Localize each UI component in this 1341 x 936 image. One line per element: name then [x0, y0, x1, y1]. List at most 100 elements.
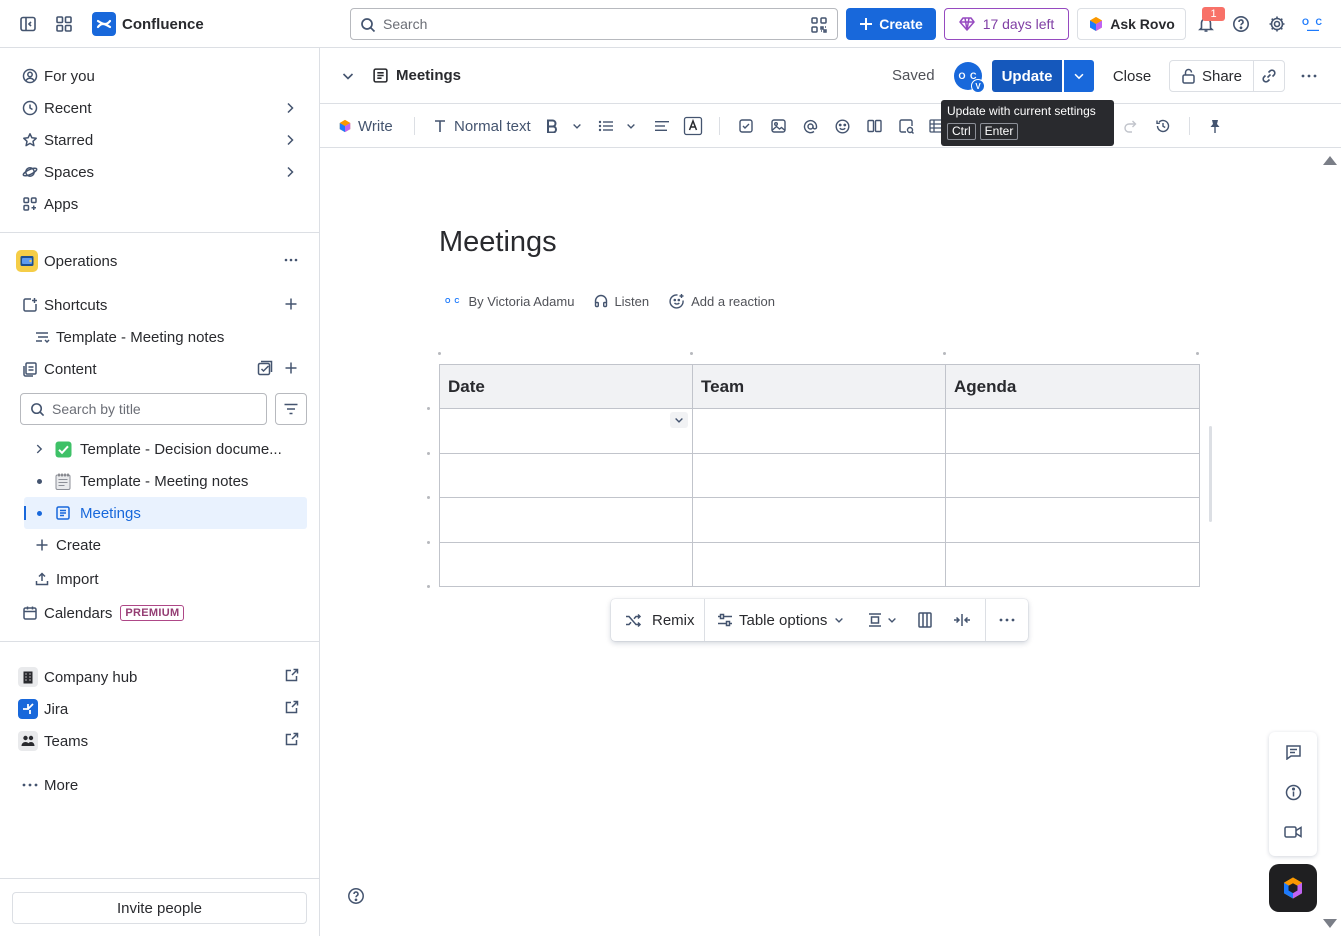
- comments-icon[interactable]: [1283, 742, 1303, 762]
- sidebar-calendars-item[interactable]: Calendars PREMIUM: [12, 597, 308, 629]
- sidebar-app-jira[interactable]: Jira: [12, 693, 308, 725]
- update-button[interactable]: Update: [992, 60, 1062, 92]
- table-header-cell[interactable]: Agenda: [945, 364, 1200, 409]
- tree-item-meeting-notes-template[interactable]: Template - Meeting notes: [24, 465, 307, 497]
- add-content-plus-icon[interactable]: [282, 359, 300, 377]
- cell-options-chevron-icon[interactable]: [670, 412, 688, 428]
- invite-people-button[interactable]: Invite people: [12, 892, 307, 924]
- chevron-down-icon[interactable]: [340, 68, 356, 84]
- sidebar-item-spaces[interactable]: Spaces: [12, 156, 308, 188]
- text-align-icon[interactable]: [654, 116, 670, 136]
- text-style-dropdown[interactable]: Normal text: [434, 116, 531, 136]
- sidebar-item-recent[interactable]: Recent: [12, 92, 308, 124]
- add-reaction-button[interactable]: Add a reaction: [691, 294, 775, 309]
- sidebar-import-item[interactable]: Import: [12, 563, 308, 595]
- add-shortcut-plus-icon[interactable]: [282, 295, 300, 313]
- close-button[interactable]: Close: [1102, 60, 1162, 92]
- sidebar-toggle-icon[interactable]: [16, 12, 40, 36]
- layout-columns-icon[interactable]: [867, 116, 882, 136]
- table-cell[interactable]: [945, 541, 1200, 587]
- sidebar-shortcuts-header[interactable]: Shortcuts: [12, 289, 308, 321]
- table-cell[interactable]: [692, 497, 946, 543]
- remix-button[interactable]: Remix: [625, 610, 695, 630]
- table-cell[interactable]: [439, 452, 693, 498]
- sidebar-item-for-you[interactable]: For you: [12, 60, 308, 92]
- sidebar-space-operations[interactable]: Operations: [12, 245, 308, 277]
- version-history-icon[interactable]: [1155, 116, 1171, 136]
- insert-element-icon[interactable]: [899, 116, 914, 136]
- column-handle[interactable]: [690, 352, 693, 355]
- table-cell[interactable]: [439, 541, 693, 587]
- document-title[interactable]: Meetings: [439, 226, 557, 259]
- table-options-dropdown[interactable]: Table options: [717, 610, 845, 630]
- video-camera-icon[interactable]: [1283, 822, 1303, 842]
- sidebar-app-company-hub[interactable]: Company hub: [12, 661, 308, 693]
- sidebar-more-item[interactable]: More: [12, 769, 308, 801]
- table-more-icon[interactable]: [998, 610, 1016, 630]
- table-alignment-dropdown[interactable]: [868, 610, 898, 630]
- table-header-cell[interactable]: Date: [439, 364, 693, 409]
- column-handle[interactable]: [943, 352, 946, 355]
- task-checkbox-icon[interactable]: [739, 116, 753, 136]
- column-handle[interactable]: [1196, 352, 1199, 355]
- update-options-button[interactable]: [1064, 60, 1094, 92]
- scroll-down-arrow-icon[interactable]: [1322, 918, 1338, 930]
- author-name[interactable]: By Victoria Adamu: [468, 294, 574, 309]
- share-button[interactable]: Share: [1169, 60, 1254, 92]
- image-icon[interactable]: [771, 116, 786, 136]
- row-handle[interactable]: [427, 585, 430, 588]
- emoji-icon[interactable]: [835, 116, 850, 136]
- listen-button[interactable]: Listen: [614, 294, 649, 309]
- confluence-logo[interactable]: Confluence: [92, 12, 204, 36]
- chevron-down-icon[interactable]: [571, 116, 583, 136]
- global-search-input[interactable]: Search: [350, 8, 838, 40]
- sidebar-create-item[interactable]: Create: [12, 529, 308, 561]
- table-cell[interactable]: [945, 497, 1200, 543]
- tree-item-decision-template[interactable]: Template - Decision docume...: [24, 433, 307, 465]
- settings-gear-icon[interactable]: [1265, 12, 1289, 36]
- info-icon[interactable]: [1283, 782, 1303, 802]
- sidebar-search-input[interactable]: Search by title: [20, 393, 267, 425]
- sidebar-app-teams[interactable]: Teams: [12, 725, 308, 757]
- table-corner-handle[interactable]: [438, 352, 441, 355]
- pin-toolbar-icon[interactable]: [1209, 116, 1221, 136]
- write-ai-button[interactable]: Write: [338, 116, 393, 136]
- row-handle[interactable]: [427, 407, 430, 410]
- table-cell[interactable]: [945, 408, 1200, 454]
- chevron-down-icon[interactable]: [625, 116, 637, 136]
- row-handle[interactable]: [427, 452, 430, 455]
- redo-icon[interactable]: [1123, 116, 1138, 136]
- scroll-up-arrow-icon[interactable]: [1322, 154, 1338, 166]
- chevron-right-icon[interactable]: [24, 442, 54, 456]
- sidebar-content-header[interactable]: Content: [12, 353, 308, 385]
- search-filter-icon[interactable]: [810, 16, 828, 34]
- shortcut-item-meeting-notes[interactable]: Template - Meeting notes: [12, 321, 308, 353]
- bold-icon[interactable]: [546, 116, 558, 136]
- sidebar-filter-button[interactable]: [275, 393, 307, 425]
- mention-at-icon[interactable]: [803, 116, 818, 136]
- text-color-icon[interactable]: [683, 116, 703, 136]
- table-scroll-thumb[interactable]: [1209, 426, 1212, 522]
- table-cell[interactable]: [692, 408, 946, 454]
- app-switcher-icon[interactable]: [52, 12, 76, 36]
- column-width-icon[interactable]: [918, 610, 932, 630]
- more-actions-button[interactable]: [1293, 60, 1325, 92]
- help-icon[interactable]: [347, 887, 365, 905]
- table-cell[interactable]: [439, 408, 693, 454]
- shrink-table-icon[interactable]: [953, 610, 971, 630]
- trial-days-button[interactable]: 17 days left: [944, 8, 1069, 40]
- sidebar-item-apps[interactable]: Apps: [12, 188, 308, 220]
- tree-item-meetings[interactable]: Meetings: [24, 497, 307, 529]
- table-cell[interactable]: [692, 541, 946, 587]
- sidebar-item-starred[interactable]: Starred: [12, 124, 308, 156]
- content-select-icon[interactable]: [256, 359, 274, 377]
- space-more-icon[interactable]: [282, 251, 300, 269]
- row-handle[interactable]: [427, 541, 430, 544]
- rovo-chat-button[interactable]: [1269, 864, 1317, 912]
- ask-rovo-button[interactable]: Ask Rovo: [1077, 8, 1186, 40]
- table-cell[interactable]: [945, 452, 1200, 498]
- row-handle[interactable]: [427, 496, 430, 499]
- bullet-list-icon[interactable]: [598, 116, 614, 136]
- table-header-cell[interactable]: Team: [692, 364, 946, 409]
- table-cell[interactable]: [692, 452, 946, 498]
